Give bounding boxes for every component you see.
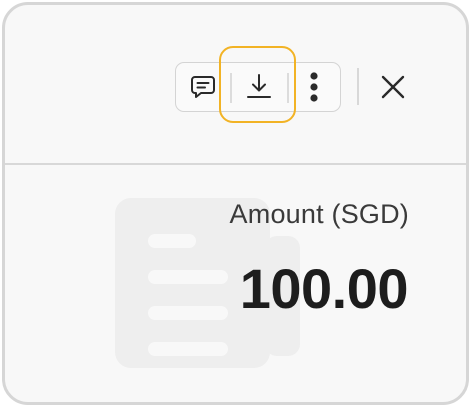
download-button[interactable] xyxy=(230,63,288,111)
header-divider xyxy=(5,163,466,165)
action-button-group xyxy=(175,62,341,112)
toolbar-divider xyxy=(357,68,359,105)
close-button[interactable] xyxy=(371,65,415,109)
amount-label: Amount (SGD) xyxy=(229,199,409,229)
comment-button[interactable] xyxy=(176,63,230,111)
close-icon xyxy=(381,75,405,99)
download-icon xyxy=(247,74,271,98)
more-vertical-icon xyxy=(310,72,318,102)
more-options-button[interactable] xyxy=(288,63,340,111)
comment-icon xyxy=(191,76,215,98)
toolbar xyxy=(5,5,466,163)
amount-value: 100.00 xyxy=(239,257,409,320)
amount-card: Amount (SGD) 100.00 xyxy=(2,2,469,405)
